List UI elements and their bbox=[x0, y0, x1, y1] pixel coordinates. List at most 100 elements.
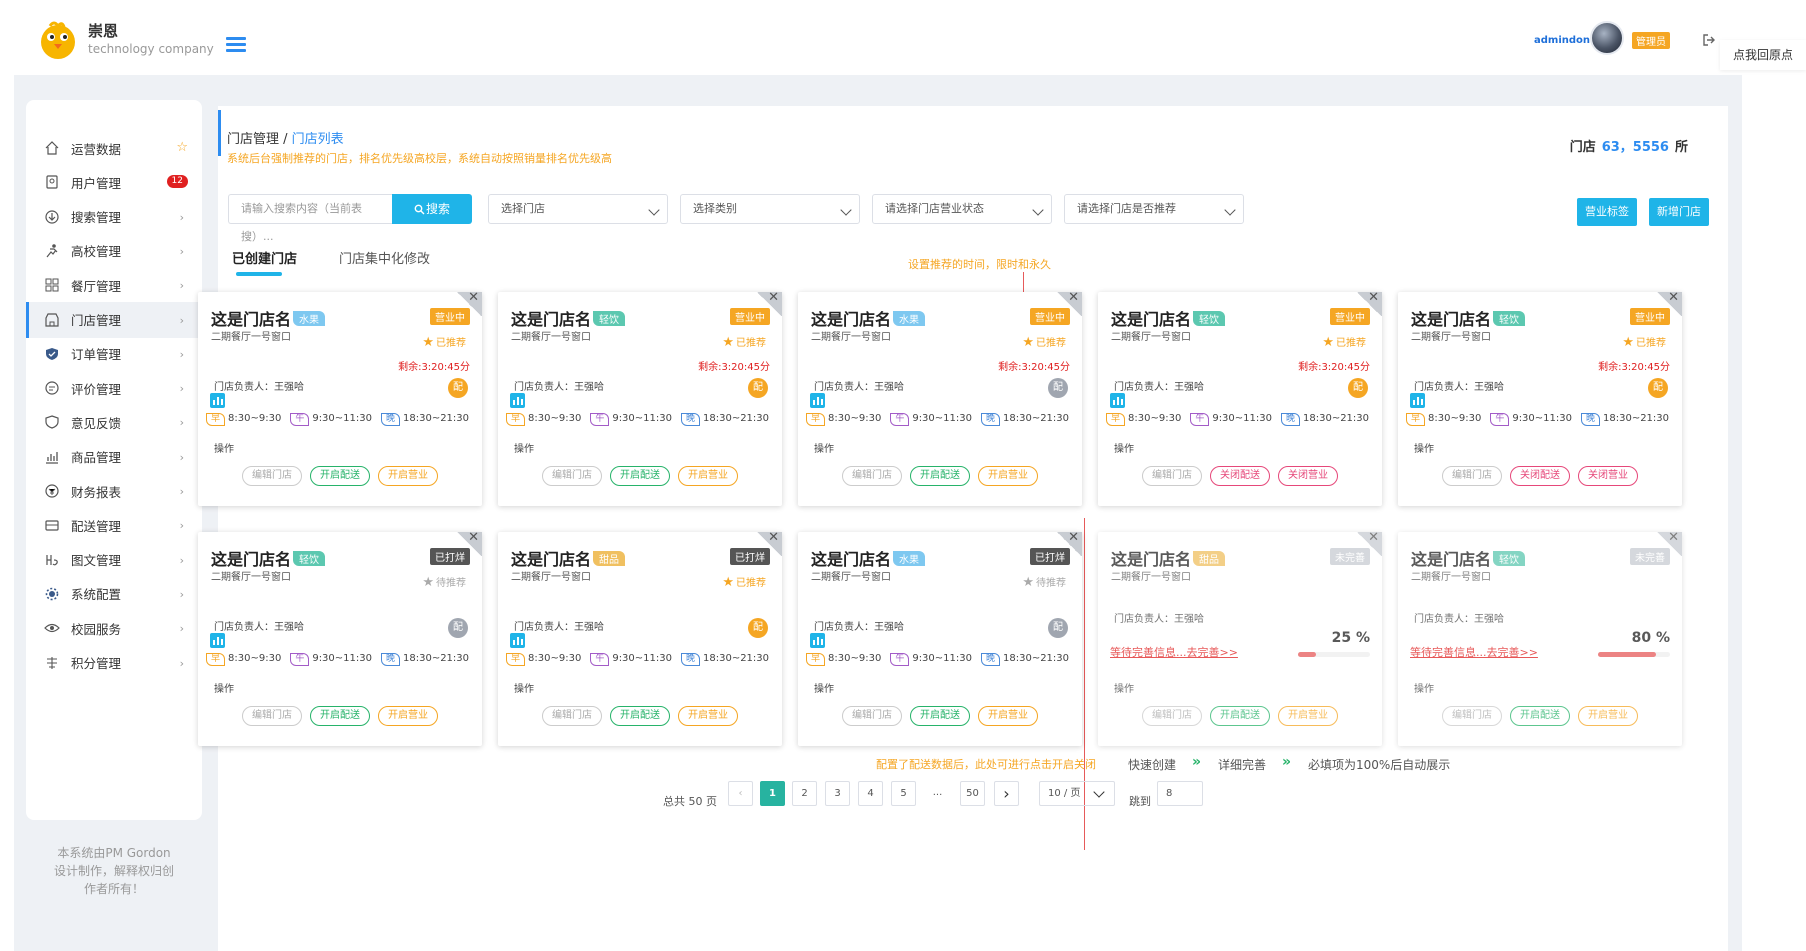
delivery-toggle-button[interactable]: 开启配送 bbox=[310, 706, 370, 726]
close-icon[interactable]: ✕ bbox=[1368, 290, 1379, 305]
delivery-toggle-button[interactable]: 开启配送 bbox=[910, 706, 970, 726]
delivery-toggle-button[interactable]: 开启配送 bbox=[910, 466, 970, 486]
logout-icon[interactable] bbox=[1702, 33, 1716, 47]
recommend-toggle[interactable]: ★ 待推荐 bbox=[422, 574, 466, 590]
prev-page-icon[interactable]: ‹ bbox=[728, 781, 753, 806]
page-number[interactable]: 2 bbox=[792, 781, 817, 806]
sidebar-item-9[interactable]: 意见反馈 › bbox=[26, 404, 202, 440]
search-input[interactable]: 请输入搜索内容（当前表搜）... bbox=[228, 194, 392, 243]
edit-store-button[interactable]: 编辑门店 bbox=[1142, 706, 1202, 726]
sidebar-item-3[interactable]: 搜索管理 › bbox=[26, 199, 202, 235]
delivery-toggle-button[interactable]: 开启配送 bbox=[610, 706, 670, 726]
business-toggle-button[interactable]: 关闭营业 bbox=[1278, 466, 1338, 486]
stats-icon[interactable] bbox=[210, 393, 225, 408]
sidebar-item-4[interactable]: 高校管理 › bbox=[26, 233, 202, 269]
edit-store-button[interactable]: 编辑门店 bbox=[1442, 466, 1502, 486]
sidebar-item-8[interactable]: 评价管理 › bbox=[26, 370, 202, 406]
stats-icon[interactable] bbox=[210, 633, 225, 648]
delivery-toggle-button[interactable]: 关闭配送 bbox=[1510, 466, 1570, 486]
sidebar-item-11[interactable]: 财务报表 › bbox=[26, 473, 202, 509]
complete-info-link[interactable]: 等待完善信息...去完善>> bbox=[1410, 644, 1538, 660]
stats-icon[interactable] bbox=[1410, 393, 1425, 408]
next-page-icon[interactable]: › bbox=[994, 781, 1019, 806]
sidebar-item-10[interactable]: 商品管理 › bbox=[26, 439, 202, 475]
tab-bulk-edit[interactable]: 门店集中化修改 bbox=[339, 248, 430, 267]
category-select[interactable]: 选择类别 bbox=[680, 194, 860, 224]
delivery-badge[interactable]: 配 bbox=[1048, 618, 1068, 638]
business-tag-button[interactable]: 营业标签 bbox=[1577, 198, 1637, 226]
business-toggle-button[interactable]: 开启营业 bbox=[978, 706, 1038, 726]
business-status-select[interactable]: 请选择门店营业状态 bbox=[872, 194, 1052, 224]
menu-toggle-icon[interactable] bbox=[226, 37, 246, 53]
page-size-select[interactable]: 10 / 页 bbox=[1039, 781, 1115, 806]
sidebar-item-1[interactable]: 运营数据 ☆ bbox=[26, 130, 202, 166]
business-toggle-button[interactable]: 关闭营业 bbox=[1578, 466, 1638, 486]
close-icon[interactable]: ✕ bbox=[1068, 290, 1079, 305]
edit-store-button[interactable]: 编辑门店 bbox=[1142, 466, 1202, 486]
edit-store-button[interactable]: 编辑门店 bbox=[842, 706, 902, 726]
close-icon[interactable]: ✕ bbox=[1668, 290, 1679, 305]
stats-icon[interactable] bbox=[510, 393, 525, 408]
sidebar-item-13[interactable]: 图文管理 › bbox=[26, 542, 202, 578]
tab-created-stores[interactable]: 已创建门店 bbox=[232, 248, 297, 267]
edit-store-button[interactable]: 编辑门店 bbox=[242, 466, 302, 486]
complete-info-link[interactable]: 等待完善信息...去完善>> bbox=[1110, 644, 1238, 660]
sidebar-item-5[interactable]: 餐厅管理 › bbox=[26, 267, 202, 303]
close-icon[interactable]: ✕ bbox=[768, 530, 779, 545]
stats-icon[interactable] bbox=[810, 633, 825, 648]
add-store-button[interactable]: 新增门店 bbox=[1649, 198, 1709, 226]
delivery-badge[interactable]: 配 bbox=[748, 378, 768, 398]
delivery-badge[interactable]: 配 bbox=[448, 378, 468, 398]
sidebar-item-15[interactable]: 校园服务 › bbox=[26, 610, 202, 646]
delivery-badge[interactable]: 配 bbox=[448, 618, 468, 638]
business-toggle-button[interactable]: 开启营业 bbox=[678, 466, 738, 486]
sidebar-item-6[interactable]: 门店管理 › bbox=[26, 301, 202, 338]
edit-store-button[interactable]: 编辑门店 bbox=[542, 706, 602, 726]
close-icon[interactable]: ✕ bbox=[768, 290, 779, 305]
delivery-toggle-button[interactable]: 开启配送 bbox=[1510, 706, 1570, 726]
sidebar-item-7[interactable]: 订单管理 › bbox=[26, 336, 202, 372]
delivery-toggle-button[interactable]: 开启配送 bbox=[610, 466, 670, 486]
recommend-toggle[interactable]: ★ 已推荐 bbox=[1022, 334, 1066, 350]
sidebar-item-16[interactable]: 积分管理 › bbox=[26, 645, 202, 681]
recommend-toggle[interactable]: ★ 已推荐 bbox=[1322, 334, 1366, 350]
page-number[interactable]: 1 bbox=[760, 781, 785, 806]
edit-store-button[interactable]: 编辑门店 bbox=[542, 466, 602, 486]
delivery-badge[interactable]: 配 bbox=[748, 618, 768, 638]
page-number[interactable]: 4 bbox=[858, 781, 883, 806]
delivery-badge[interactable]: 配 bbox=[1648, 378, 1668, 398]
close-icon[interactable]: ✕ bbox=[468, 290, 479, 305]
business-toggle-button[interactable]: 开启营业 bbox=[1578, 706, 1638, 726]
user-name[interactable]: admindon bbox=[1534, 35, 1590, 46]
back-to-origin-tooltip[interactable]: 点我回原点 bbox=[1720, 40, 1806, 70]
sidebar-item-12[interactable]: 配送管理 › bbox=[26, 507, 202, 543]
business-toggle-button[interactable]: 开启营业 bbox=[378, 706, 438, 726]
recommend-toggle[interactable]: ★ 已推荐 bbox=[722, 574, 766, 590]
close-icon[interactable]: ✕ bbox=[1068, 530, 1079, 545]
edit-store-button[interactable]: 编辑门店 bbox=[842, 466, 902, 486]
page-number[interactable]: 50 bbox=[960, 781, 985, 806]
delivery-toggle-button[interactable]: 开启配送 bbox=[310, 466, 370, 486]
sidebar-item-14[interactable]: 系统配置 › bbox=[26, 576, 202, 612]
edit-store-button[interactable]: 编辑门店 bbox=[242, 706, 302, 726]
delivery-toggle-button[interactable]: 关闭配送 bbox=[1210, 466, 1270, 486]
business-toggle-button[interactable]: 开启营业 bbox=[678, 706, 738, 726]
close-icon[interactable]: ✕ bbox=[468, 530, 479, 545]
sidebar-item-2[interactable]: 用户管理 12 bbox=[26, 164, 202, 200]
breadcrumb-parent[interactable]: 门店管理 bbox=[227, 132, 279, 147]
business-toggle-button[interactable]: 开启营业 bbox=[978, 466, 1038, 486]
close-icon[interactable]: ✕ bbox=[1668, 530, 1679, 545]
store-select[interactable]: 选择门店 bbox=[488, 194, 668, 224]
business-toggle-button[interactable]: 开启营业 bbox=[1278, 706, 1338, 726]
goto-page-input[interactable]: 8 bbox=[1157, 781, 1203, 806]
edit-store-button[interactable]: 编辑门店 bbox=[1442, 706, 1502, 726]
stats-icon[interactable] bbox=[1110, 393, 1125, 408]
recommend-toggle[interactable]: ★ 已推荐 bbox=[1622, 334, 1666, 350]
stats-icon[interactable] bbox=[510, 633, 525, 648]
page-number[interactable]: 3 bbox=[825, 781, 850, 806]
delivery-badge[interactable]: 配 bbox=[1048, 378, 1068, 398]
page-number[interactable]: 5 bbox=[891, 781, 916, 806]
recommend-select[interactable]: 请选择门店是否推荐 bbox=[1064, 194, 1244, 224]
avatar[interactable] bbox=[1590, 21, 1624, 55]
recommend-toggle[interactable]: ★ 待推荐 bbox=[1022, 574, 1066, 590]
